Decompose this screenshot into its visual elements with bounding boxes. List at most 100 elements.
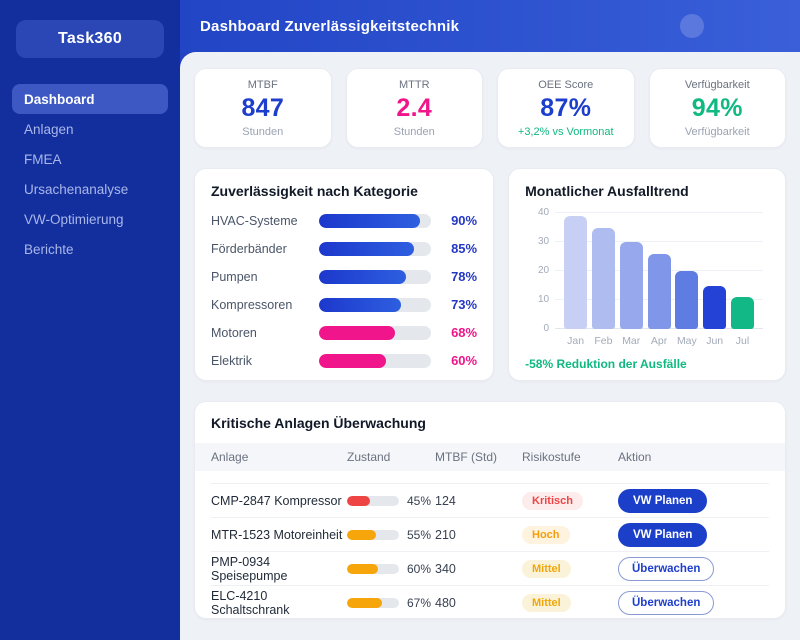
trend-chart-x-labels: JanFebMarAprMayJunJul [555, 335, 763, 347]
trend-bar-jan [564, 216, 587, 329]
action-cell: Überwachen [618, 591, 769, 615]
kpi-value: 2.4 [396, 94, 432, 123]
risk-badge: Kritisch [522, 492, 583, 510]
trend-bar-may [675, 271, 698, 329]
risk-badge: Hoch [522, 526, 570, 544]
category-row-pumpen: Pumpen 78% [211, 267, 477, 286]
asset-name: MTR-1523 Motoreinheit [211, 528, 347, 542]
risk-badge: Mittel [522, 594, 571, 612]
category-label: Förderbänder [211, 242, 319, 256]
trend-bar-feb [592, 228, 615, 330]
app-logo: Task360 [16, 20, 164, 58]
kpi-value: 87% [540, 94, 591, 123]
category-bar-track [319, 270, 431, 284]
trend-bars [555, 213, 763, 329]
category-reliability-panel: Zuverlässigkeit nach Kategorie HVAC-Syst… [194, 168, 494, 381]
trend-bar-jun [703, 286, 726, 330]
asset-name: PMP-0934 Speisepumpe [211, 555, 347, 583]
category-label: Pumpen [211, 270, 319, 284]
category-row-förderbänder: Förderbänder85% [211, 239, 477, 258]
sidebar-item-vw-optimierung[interactable]: VW-Optimierung [12, 204, 168, 234]
category-row-elektrik: Elektrik 60% [211, 351, 477, 370]
action-button-überwachen[interactable]: Überwachen [618, 591, 714, 615]
category-bar-track [319, 354, 431, 368]
action-cell: Überwachen [618, 557, 769, 581]
category-row-kompressoren: Kompressoren 73% [211, 295, 477, 314]
table-row: PMP-0934 Speisepumpe 60% 340Mittel Überwach… [211, 551, 769, 585]
x-axis-label: Jan [564, 335, 587, 347]
trend-chart-caption: -58% Reduktion der Ausfälle [525, 357, 769, 371]
sidebar-item-dashboard[interactable]: Dashboard [12, 84, 168, 114]
x-axis-label: Apr [648, 335, 671, 347]
category-bar-fill [319, 298, 401, 312]
risk-cell: Kritisch [522, 491, 618, 510]
kpi-label: MTBF [248, 79, 278, 91]
health-percent: 45% [407, 494, 431, 508]
category-row-hvac-systeme: HVAC-Systeme 90% [211, 211, 477, 230]
kpi-card-mttr: MTTR2.4Stunden [346, 68, 484, 148]
health-cell: 60% [347, 562, 435, 576]
risk-cell: Mittel [522, 593, 618, 612]
category-percent: 68% [431, 325, 477, 340]
risk-cell: Hoch [522, 525, 618, 544]
user-avatar[interactable] [680, 14, 704, 38]
health-bar-fill [347, 530, 376, 540]
sidebar-nav: DashboardAnlagenFMEAUrsachenanalyseVW-Op… [0, 84, 180, 264]
category-bar-fill [319, 242, 414, 256]
content: MTBF847StundenMTTR2.4StundenOEE Score87%… [180, 52, 800, 640]
mtbf-value: 124 [435, 494, 522, 508]
health-bar [347, 598, 399, 608]
table-row: MTR-1523 Motoreinheit55%210HochVW Planen [211, 517, 769, 551]
category-percent: 90% [431, 213, 477, 228]
mtbf-value: 340 [435, 562, 522, 576]
column-header-zustand: Zustand [347, 450, 435, 464]
y-axis-tick: 40 [525, 207, 549, 218]
sidebar-item-ursachenanalyse[interactable]: Ursachenanalyse [12, 174, 168, 204]
y-axis-tick: 10 [525, 294, 549, 305]
main-area: Dashboard Zuverlässigkeitstechnik MTBF 84… [180, 0, 800, 640]
category-label: Kompressoren [211, 298, 319, 312]
charts-row: Zuverlässigkeit nach Kategorie HVAC-Syst… [194, 168, 786, 381]
kpi-card-verfügbarkeit: Verfügbarkeit94%Verfügbarkeit [649, 68, 787, 148]
trend-chart-plot: 010203040 [555, 213, 763, 329]
table-body: CMP-2847 Kompressor45%124KritischVW Plan… [195, 483, 785, 619]
category-label: HVAC-Systeme [211, 214, 319, 228]
risk-badge: Mittel [522, 560, 571, 578]
category-bar-fill [319, 214, 420, 228]
category-percent: 60% [431, 353, 477, 368]
health-percent: 60% [407, 562, 431, 576]
category-bar-track [319, 298, 431, 312]
action-button-überwachen[interactable]: Überwachen [618, 557, 714, 581]
sidebar-item-fmea[interactable]: FMEA [12, 144, 168, 174]
category-row-motoren: Motoren68% [211, 323, 477, 342]
asset-name: ELC-4210 Schaltschrank [211, 589, 347, 617]
table-row: ELC-4210 Schaltschrank 67% 480Mittel Überwa… [211, 585, 769, 619]
kpi-subtitle: Stunden [394, 126, 435, 138]
x-axis-label: Jul [731, 335, 754, 347]
category-bar-track [319, 242, 431, 256]
category-bar-fill [319, 354, 386, 368]
mtbf-value: 480 [435, 596, 522, 610]
category-percent: 73% [431, 297, 477, 312]
column-header-risikostufe: Risikostufe [522, 450, 618, 464]
action-button-vw-planen[interactable]: VW Planen [618, 523, 707, 547]
trend-panel-title: Monatlicher Ausfalltrend [525, 183, 769, 199]
action-button-vw-planen[interactable]: VW Planen [618, 489, 707, 513]
top-header: Dashboard Zuverlässigkeitstechnik [180, 0, 800, 52]
health-bar-fill [347, 598, 382, 608]
kpi-value: 847 [241, 94, 284, 123]
trend-bar-mar [620, 242, 643, 329]
category-label: Elektrik [211, 354, 319, 368]
y-axis-tick: 0 [525, 323, 549, 334]
category-bar-fill [319, 326, 395, 340]
sidebar-item-berichte[interactable]: Berichte [12, 234, 168, 264]
category-bars: HVAC-Systeme 90% Förderbänder85% Pumpen 78% K… [211, 211, 477, 370]
health-cell: 45% [347, 494, 435, 508]
column-header-aktion: Aktion [618, 450, 769, 464]
category-percent: 78% [431, 269, 477, 284]
health-percent: 67% [407, 596, 431, 610]
category-panel-title: Zuverlässigkeit nach Kategorie [211, 183, 477, 199]
sidebar: Task360 DashboardAnlagenFMEAUrsachenanal… [0, 0, 180, 640]
sidebar-item-anlagen[interactable]: Anlagen [12, 114, 168, 144]
health-percent: 55% [407, 528, 431, 542]
